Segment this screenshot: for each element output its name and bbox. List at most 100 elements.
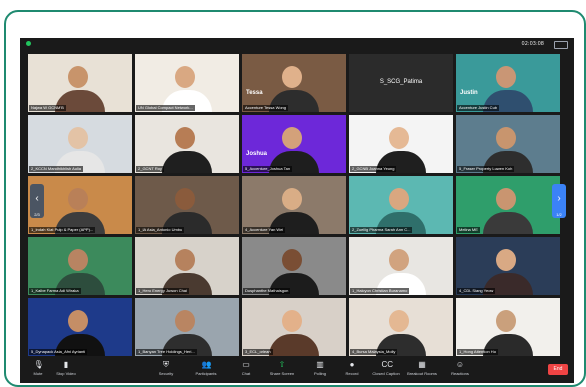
toolbar-label: Share Screen xyxy=(269,371,295,376)
participant-tile[interactable]: 5_Fraser Property Luwen Koh xyxy=(456,115,560,173)
participant-face xyxy=(282,127,302,149)
participant-face xyxy=(282,310,302,332)
participant-name-label: 2_Zuellig Pharma Sarah Ann C... xyxy=(350,227,413,233)
participant-display-name: Justin xyxy=(460,90,478,96)
participant-name-label: 3_ECL_orlean xyxy=(243,349,273,355)
participant-tile[interactable]: 4_Accenture Yan Wei xyxy=(242,176,346,234)
participant-name-label: 2_GCNB Joanna Yeung xyxy=(350,166,397,172)
toolbar-security-button[interactable]: ⛨ Security xyxy=(146,360,186,377)
participant-name-label: Melina ME xyxy=(457,227,480,233)
participant-name-label: 5_Dynapack Asia_Afni Ayrianti xyxy=(29,349,88,355)
toolbar-participants-button[interactable]: 👥 Participants xyxy=(186,360,226,377)
participant-face xyxy=(68,249,88,271)
participant-tile[interactable]: 1_Banyan Tree Holdings_Heri... xyxy=(135,298,239,356)
participant-name-label: 1_Halcyon Christian Buranamo xyxy=(350,288,410,294)
participant-face xyxy=(282,188,302,210)
participant-name-label: 1_Kalbe Farma Adi Wiraka xyxy=(29,288,81,294)
toolbar-closed-caption-button[interactable]: CC Closed Caption xyxy=(366,360,406,377)
gallery-view-icon[interactable] xyxy=(554,41,568,49)
toolbar-stop-video-button[interactable]: ▮ Stop Video xyxy=(46,360,86,377)
toolbar-label: Breakout Rooms xyxy=(407,371,437,376)
participant-face xyxy=(496,310,516,332)
record-icon: ● xyxy=(349,360,355,369)
toolbar-label: Record xyxy=(345,371,359,376)
participant-tile[interactable]: 4_Bursa Malaysia_Molly xyxy=(349,298,453,356)
security-icon: ⛨ xyxy=(163,360,169,369)
participant-tile[interactable]: 2_GCNB Joanna Yeung xyxy=(349,115,453,173)
toolbar-breakout-rooms-button[interactable]: ▦ Breakout Rooms xyxy=(402,360,442,377)
chevron-left-icon: ‹ xyxy=(35,193,39,204)
mute-icon: 🎙 xyxy=(33,360,44,369)
participant-face xyxy=(68,188,88,210)
participant-face xyxy=(496,188,516,210)
toolbar-label: Polling xyxy=(313,371,326,376)
participant-tile[interactable]: 1_Halcyon Christian Buranamo xyxy=(349,237,453,295)
toolbar-label: Participants xyxy=(195,371,217,376)
previous-page-number: 2/3 xyxy=(34,212,40,217)
toolbar-reactions-button[interactable]: ☺ Reactions xyxy=(440,360,480,377)
participant-face xyxy=(175,310,195,332)
participant-tile[interactable]: 1_Kalbe Farma Adi Wiraka xyxy=(28,237,132,295)
participant-name-label: 4_Accenture Yan Wei xyxy=(243,227,286,233)
participant-face xyxy=(68,310,88,332)
meeting-timer: 02:03:08 xyxy=(521,41,544,47)
participant-tile[interactable]: 2_KCCN Mandhikhlish Aulia xyxy=(28,115,132,173)
participant-tile[interactable]: UN Global Compact Network... xyxy=(135,54,239,112)
breakout-rooms-icon: ▦ xyxy=(418,360,426,369)
meeting-window: 02:03:08 Najwa W GCNM'B UN Global Compact… xyxy=(20,38,574,383)
participant-name-label: 1_Hero Energy Juwon Chai xyxy=(136,288,189,294)
participant-display-name: Joshua xyxy=(246,151,268,157)
participant-face xyxy=(175,66,195,88)
participant-name-label: 1_Hong Attention Ho xyxy=(457,349,498,355)
participant-tile[interactable]: 2_Zuellig Pharma Sarah Ann C... xyxy=(349,176,453,234)
participant-face xyxy=(389,249,409,271)
participant-tile[interactable]: Melina ME xyxy=(456,176,560,234)
participant-face xyxy=(389,188,409,210)
toolbar-label: Stop Video xyxy=(56,371,76,376)
title-bar: 02:03:08 xyxy=(20,38,574,50)
next-page-button[interactable]: › 1/2 xyxy=(552,184,566,218)
participant-display-name: Tessa xyxy=(246,90,263,96)
participant-face xyxy=(389,127,409,149)
participant-display-name: S_SCG_Patima xyxy=(379,79,423,85)
previous-page-button[interactable]: ‹ 2/3 xyxy=(30,184,44,218)
participant-tile[interactable]: Tessa Accenture Tessa Wong xyxy=(242,54,346,112)
participant-tile[interactable]: 5_Dynapack Asia_Afni Ayrianti xyxy=(28,298,132,356)
participant-tile[interactable]: 4_CDL Siang Yeow xyxy=(456,237,560,295)
share-screen-icon: ⇧ xyxy=(278,360,286,369)
participant-name-label: 2_KCCN Mandhikhlish Aulia xyxy=(29,166,84,172)
participant-tile[interactable]: 3_ECL_orlean xyxy=(242,298,346,356)
recording-indicator-icon xyxy=(26,41,31,46)
participant-tile[interactable]: S_SCG_Patima xyxy=(349,54,453,112)
next-page-number: 1/2 xyxy=(556,212,562,217)
participant-tile[interactable]: 1_Hong Attention Ho xyxy=(456,298,560,356)
end-meeting-button[interactable]: End xyxy=(548,364,568,375)
participant-name-label: Accenture Justin Cub xyxy=(457,105,500,111)
participant-tile[interactable]: 1_IA Asia_Antonio Umbu xyxy=(135,176,239,234)
participant-tile[interactable]: Joshua 5_Accenture_Joshua Tan xyxy=(242,115,346,173)
participant-name-label: 4_CDL Siang Yeow xyxy=(457,288,496,294)
participant-face xyxy=(389,310,409,332)
polling-icon: ▥ xyxy=(316,360,324,369)
participants-icon: 👥 xyxy=(201,360,212,369)
participant-face xyxy=(68,127,88,149)
reactions-icon: ☺ xyxy=(455,360,465,369)
participant-face xyxy=(496,127,516,149)
participant-tile[interactable]: Justin Accenture Justin Cub xyxy=(456,54,560,112)
participant-face xyxy=(175,127,195,149)
participant-tile[interactable]: Dusphanthe Mathaisgon xyxy=(242,237,346,295)
closed-caption-icon: CC xyxy=(381,360,394,369)
participant-face xyxy=(282,249,302,271)
participant-name-label: 4_Bursa Malaysia_Molly xyxy=(350,349,398,355)
participant-tile[interactable]: 2_GCNT Roy xyxy=(135,115,239,173)
participant-name-label: 5_Fraser Property Luwen Koh xyxy=(457,166,515,172)
participant-tile[interactable]: 1_Hero Energy Juwon Chai xyxy=(135,237,239,295)
participant-name-label: UN Global Compact Network... xyxy=(136,105,195,111)
toolbar-chat-button[interactable]: ▭ Chat xyxy=(226,360,266,377)
toolbar-share-screen-button[interactable]: ⇧ Share Screen xyxy=(262,360,302,377)
participant-face xyxy=(496,66,516,88)
participant-tile[interactable]: Najwa W GCNM'B xyxy=(28,54,132,112)
participant-name-label: 1_Indah Kiat Pulp & Paper (APP)... xyxy=(29,227,96,233)
participant-name-label: Accenture Tessa Wong xyxy=(243,105,288,111)
chevron-right-icon: › xyxy=(557,193,561,204)
